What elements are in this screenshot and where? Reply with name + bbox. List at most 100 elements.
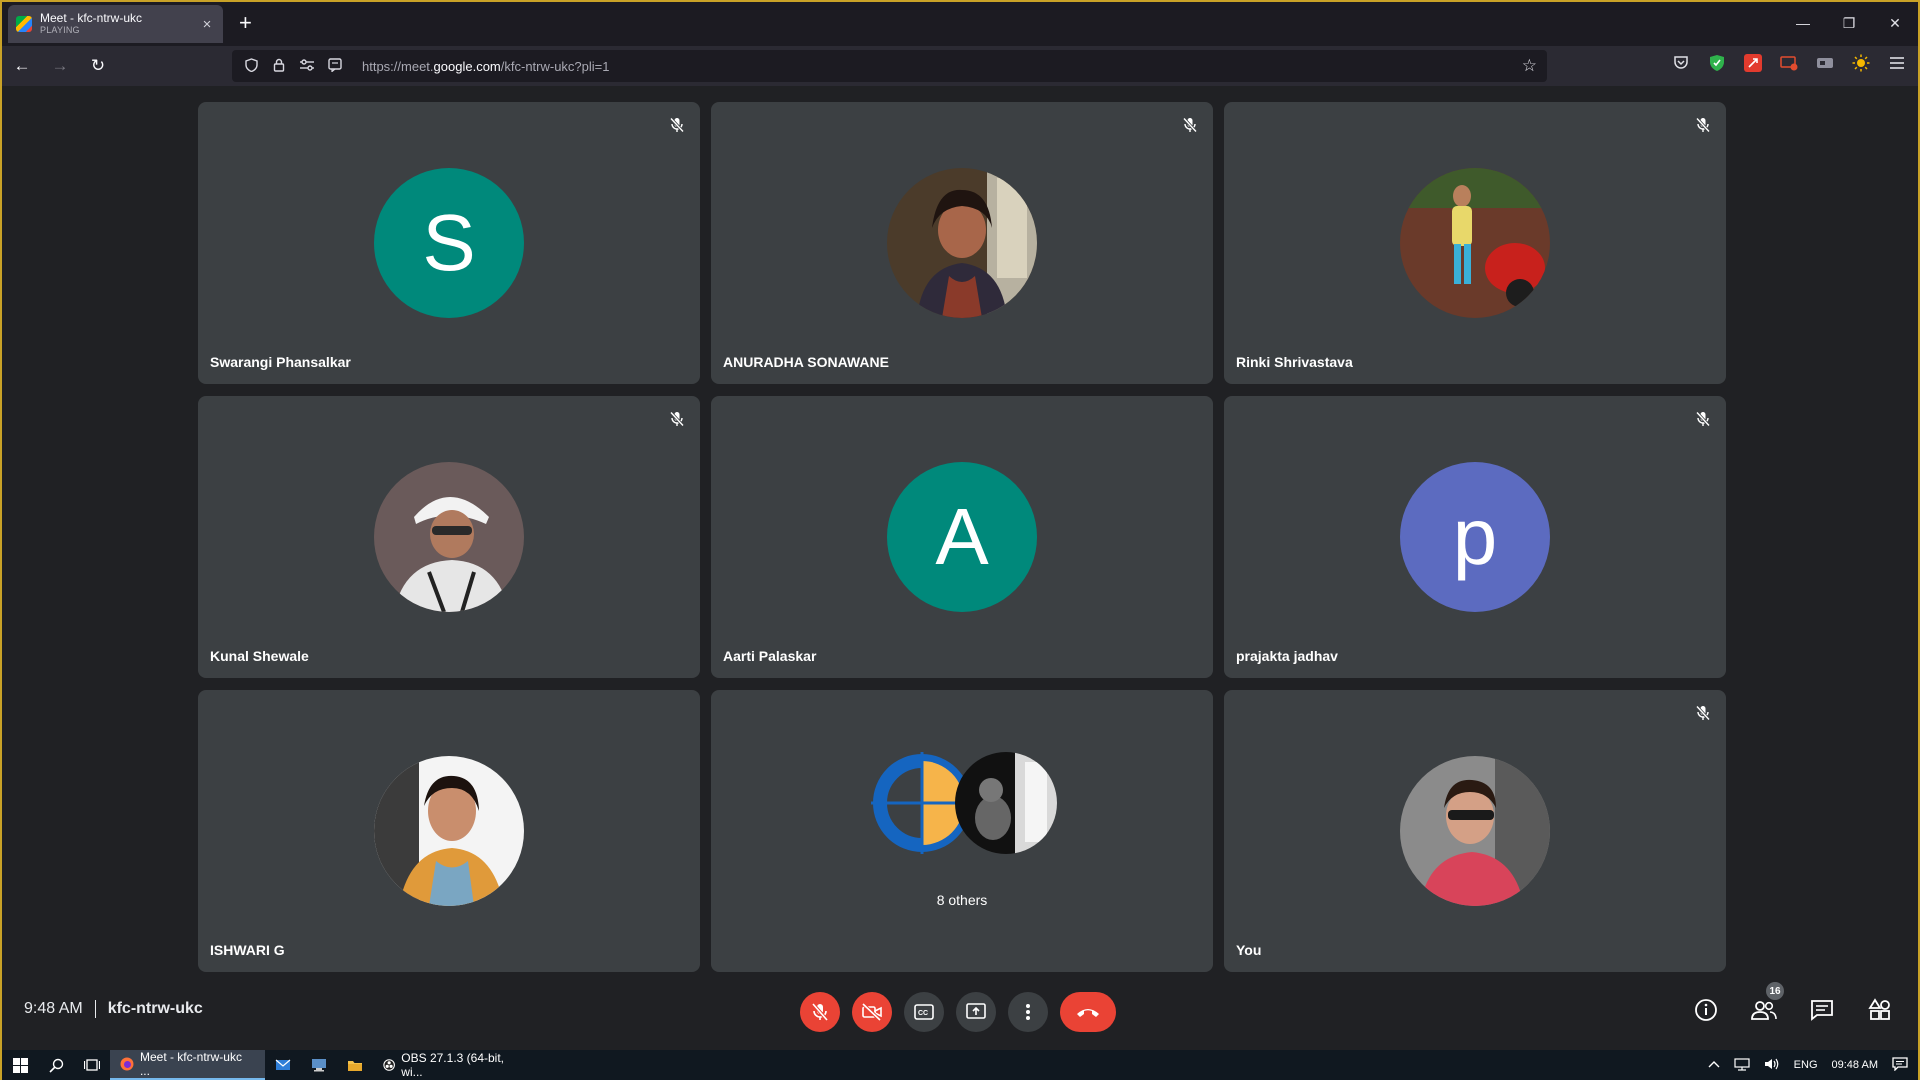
participant-tile[interactable]: A Aarti Palaskar [711,396,1213,678]
chat-button[interactable] [1808,996,1836,1024]
chat-icon [1811,1000,1833,1021]
meeting-details-button[interactable] [1692,996,1720,1024]
participant-tile[interactable]: ANURADHA SONAWANE [711,102,1213,384]
tab-playing-label: PLAYING [40,24,80,35]
notifications-icon[interactable] [1892,1056,1908,1074]
task-view-button[interactable] [74,1050,110,1080]
avatar-photo [955,752,1057,854]
google-meet-favicon-icon [16,16,32,32]
bookmark-star-icon[interactable]: ☆ [1522,56,1537,76]
menu-hamburger-icon[interactable] [1888,54,1906,72]
hang-up-icon [1077,1009,1099,1017]
meeting-code[interactable]: kfc-ntrw-ukc [108,1000,203,1018]
taskbar-app-label: OBS 27.1.3 (64-bit, wi... [401,1051,505,1079]
participant-tile-others[interactable]: 8 others [711,690,1213,972]
avatar-initial: A [935,492,989,581]
avatar-photo [887,168,1037,318]
shield-icon[interactable] [242,57,260,75]
participant-tile[interactable]: ISHWARI G [198,690,700,972]
address-bar[interactable]: https://meet.google.com/kfc-ntrw-ukc?pli… [232,50,1547,82]
remote-desktop-icon [312,1059,326,1072]
people-button[interactable]: 16 [1750,982,1784,1024]
captions-button[interactable]: CC [904,992,944,1032]
muted-mic-icon [664,406,690,432]
participant-name: Swarangi Phansalkar [210,354,351,370]
task-view-icon [84,1059,100,1071]
new-tab-button[interactable]: + [239,10,252,36]
system-tray: ENG 09:48 AM [1708,1050,1918,1080]
muted-mic-icon [1177,112,1203,138]
restore-button[interactable]: ❐ [1826,2,1872,44]
participant-tile[interactable]: S Swarangi Phansalkar [198,102,700,384]
muted-mic-icon [1690,112,1716,138]
adblock-shield-icon[interactable] [1708,54,1726,72]
taskbar-firefox-meet[interactable]: Meet - kfc-ntrw-ukc ... [110,1050,265,1080]
leave-call-button[interactable] [1060,992,1116,1032]
reload-button[interactable]: ↻ [80,50,116,82]
participant-name: ANURADHA SONAWANE [723,354,889,370]
more-options-button[interactable] [1008,992,1048,1032]
url-path: /kfc-ntrw-ukc?pli=1 [500,58,610,74]
url-host: google.com [433,58,501,74]
input-language[interactable]: ENG [1794,1059,1818,1071]
taskbar-app-remote-desktop[interactable] [301,1050,337,1080]
mic-toggle-button[interactable] [800,992,840,1032]
avatar-photo [374,756,524,906]
search-icon [48,1058,63,1073]
pocket-icon[interactable] [1672,54,1690,72]
url-prefix: https://meet. [362,58,434,74]
avatar-photo [374,462,524,612]
activities-icon [1868,998,1890,1020]
obs-icon [383,1059,395,1071]
screen-recorder-icon[interactable] [1780,54,1798,72]
meeting-control-bar: 9:48 AM kfc-ntrw-ukc CC 16 [2,982,1918,1042]
camera-toggle-button[interactable] [852,992,892,1032]
url-text[interactable]: https://meet.google.com/kfc-ntrw-ukc?pli… [362,59,1512,74]
avatar: p [1400,462,1550,612]
page-info-icon[interactable] [326,57,344,75]
minimize-button[interactable]: — [1780,2,1826,44]
mail-app-icon [275,1059,291,1070]
taskbar-app-outlook[interactable] [265,1050,301,1080]
muted-mic-icon [1690,700,1716,726]
divider [94,1000,96,1018]
lock-icon[interactable] [270,58,288,75]
windows-logo-icon [12,1057,28,1073]
container-icon[interactable] [1816,54,1834,72]
back-button[interactable]: ← [4,50,40,82]
search-button[interactable] [38,1050,74,1080]
network-icon[interactable] [1734,1057,1750,1074]
participant-tile[interactable]: Kunal Shewale [198,396,700,678]
taskbar-app-file-explorer[interactable] [337,1050,373,1080]
participant-tile[interactable]: Rinki Shrivastava [1224,102,1726,384]
info-icon [1695,999,1717,1021]
volume-icon[interactable] [1764,1057,1780,1074]
participant-name: prajakta jadhav [1236,648,1338,664]
tray-chevron-up-icon[interactable] [1708,1059,1720,1071]
brightness-icon[interactable] [1852,54,1870,72]
activities-button[interactable] [1866,996,1894,1024]
present-screen-button[interactable] [956,992,996,1032]
browser-tab-strip: Meet - kfc-ntrw-ukc PLAYING × + — ❐ ✕ [2,2,1918,46]
participant-name: Kunal Shewale [210,648,309,664]
muted-mic-icon [1690,406,1716,432]
close-window-button[interactable]: ✕ [1872,2,1918,44]
folder-icon [348,1061,362,1071]
tab-close-icon[interactable]: × [199,16,215,33]
more-vert-icon [1026,1004,1030,1020]
participant-tile[interactable]: p prajakta jadhav [1224,396,1726,678]
window-controls: — ❐ ✕ [1780,2,1918,44]
extension-red-icon[interactable] [1744,54,1762,72]
meeting-info: 9:48 AM kfc-ntrw-ukc [24,1000,203,1018]
permissions-icon[interactable] [298,58,316,74]
browser-tab-meet[interactable]: Meet - kfc-ntrw-ukc PLAYING × [8,5,223,43]
people-icon [1751,1001,1777,1020]
participant-tile-self[interactable]: You [1224,690,1726,972]
system-clock[interactable]: 09:48 AM [1832,1059,1878,1071]
taskbar-obs[interactable]: OBS 27.1.3 (64-bit, wi... [373,1050,523,1080]
windows-start-button[interactable] [2,1050,38,1080]
avatar-initial: S [422,198,476,287]
extension-icons [1672,54,1906,72]
forward-button[interactable]: → [42,50,78,82]
tab-text: Meet - kfc-ntrw-ukc PLAYING [40,12,191,35]
